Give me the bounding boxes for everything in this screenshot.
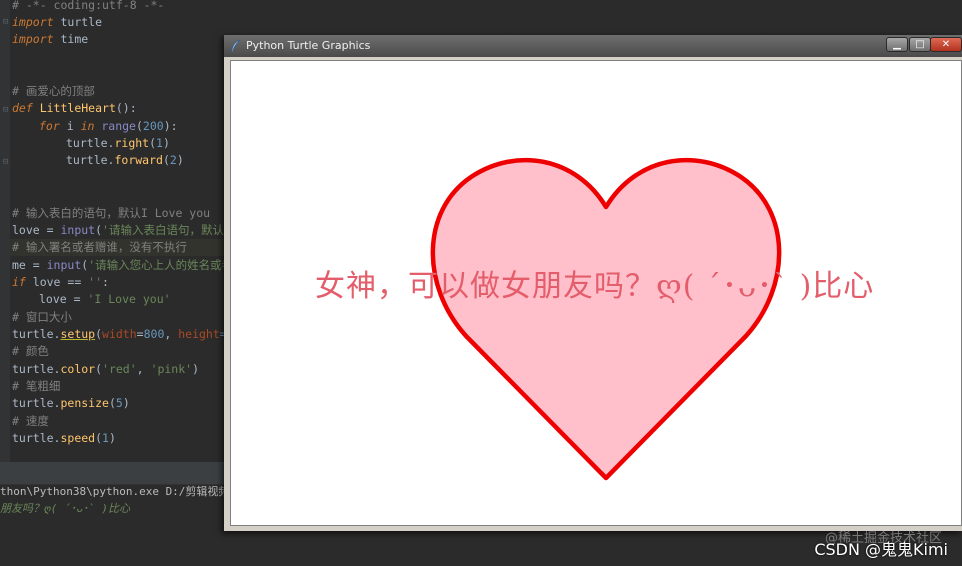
code-line: love = 'I Love you' (39, 292, 171, 306)
code-line: import turtle (12, 15, 103, 29)
code-line: # 画爱心的顶部 (12, 84, 95, 98)
maximize-button[interactable]: □ (909, 37, 931, 52)
code-line: # 窗口大小 (12, 310, 72, 324)
code-line: me = input('请输入您心上人的姓名或者 (12, 258, 234, 272)
code-line: turtle.setup(width=800, height=5 (12, 327, 234, 341)
code-line: for i in range(200): (39, 119, 178, 133)
code-line: # 颜色 (12, 344, 49, 358)
fold-marker[interactable]: ⊟ (3, 102, 8, 119)
code-line: turtle.pensize(5) (12, 396, 130, 410)
confession-message: 女神，可以做女朋友吗？ღ( ´･ᴗ･` )比心 (315, 269, 875, 304)
code-line: if love == '': (12, 275, 109, 289)
console-command-line: thon\Python38\python.exe D:/剪辑视频 (0, 485, 230, 498)
watermark-csdn: CSDN @鬼鬼Kimi (814, 540, 948, 559)
fold-marker[interactable]: ⊟ (3, 154, 8, 171)
feather-icon (231, 39, 241, 53)
minimize-button[interactable]: ▁ (886, 37, 908, 52)
editor-gutter (0, 0, 10, 462)
turtle-canvas[interactable]: 女神，可以做女朋友吗？ღ( ´･ᴗ･` )比心 (230, 60, 962, 526)
window-titlebar[interactable]: Python Turtle Graphics ▁ □ ✕ (224, 35, 962, 57)
heart-shape (430, 157, 782, 481)
code-line: turtle.speed(1) (12, 431, 116, 445)
code-line: def LittleHeart(): (12, 101, 137, 115)
fold-marker[interactable]: ⊟ (3, 14, 8, 31)
code-line: turtle.right(1) (66, 136, 170, 150)
turtle-graphics-window[interactable]: Python Turtle Graphics ▁ □ ✕ 女神，可以做女朋友吗？… (224, 35, 962, 531)
code-line: # 输入表白的语句，默认I Love you (12, 206, 211, 220)
window-title: Python Turtle Graphics (246, 39, 371, 52)
code-line: import time (12, 32, 89, 46)
console-output-line: 朋友吗？ღ( ´･ᴗ･` )比心 (0, 502, 130, 515)
code-line: turtle.forward(2) (66, 153, 184, 167)
code-line: # 笔粗细 (12, 379, 61, 393)
close-button[interactable]: ✕ (930, 37, 962, 52)
code-line: love = input('请输入表白语句，默认为 (12, 223, 236, 237)
code-line: # 速度 (12, 414, 49, 428)
code-line: turtle.color('red', 'pink') (12, 362, 199, 376)
code-line: # -*- coding:utf-8 -*- (12, 0, 165, 12)
code-line: # 输入署名或者赠谁，没有不执行 (12, 240, 187, 254)
